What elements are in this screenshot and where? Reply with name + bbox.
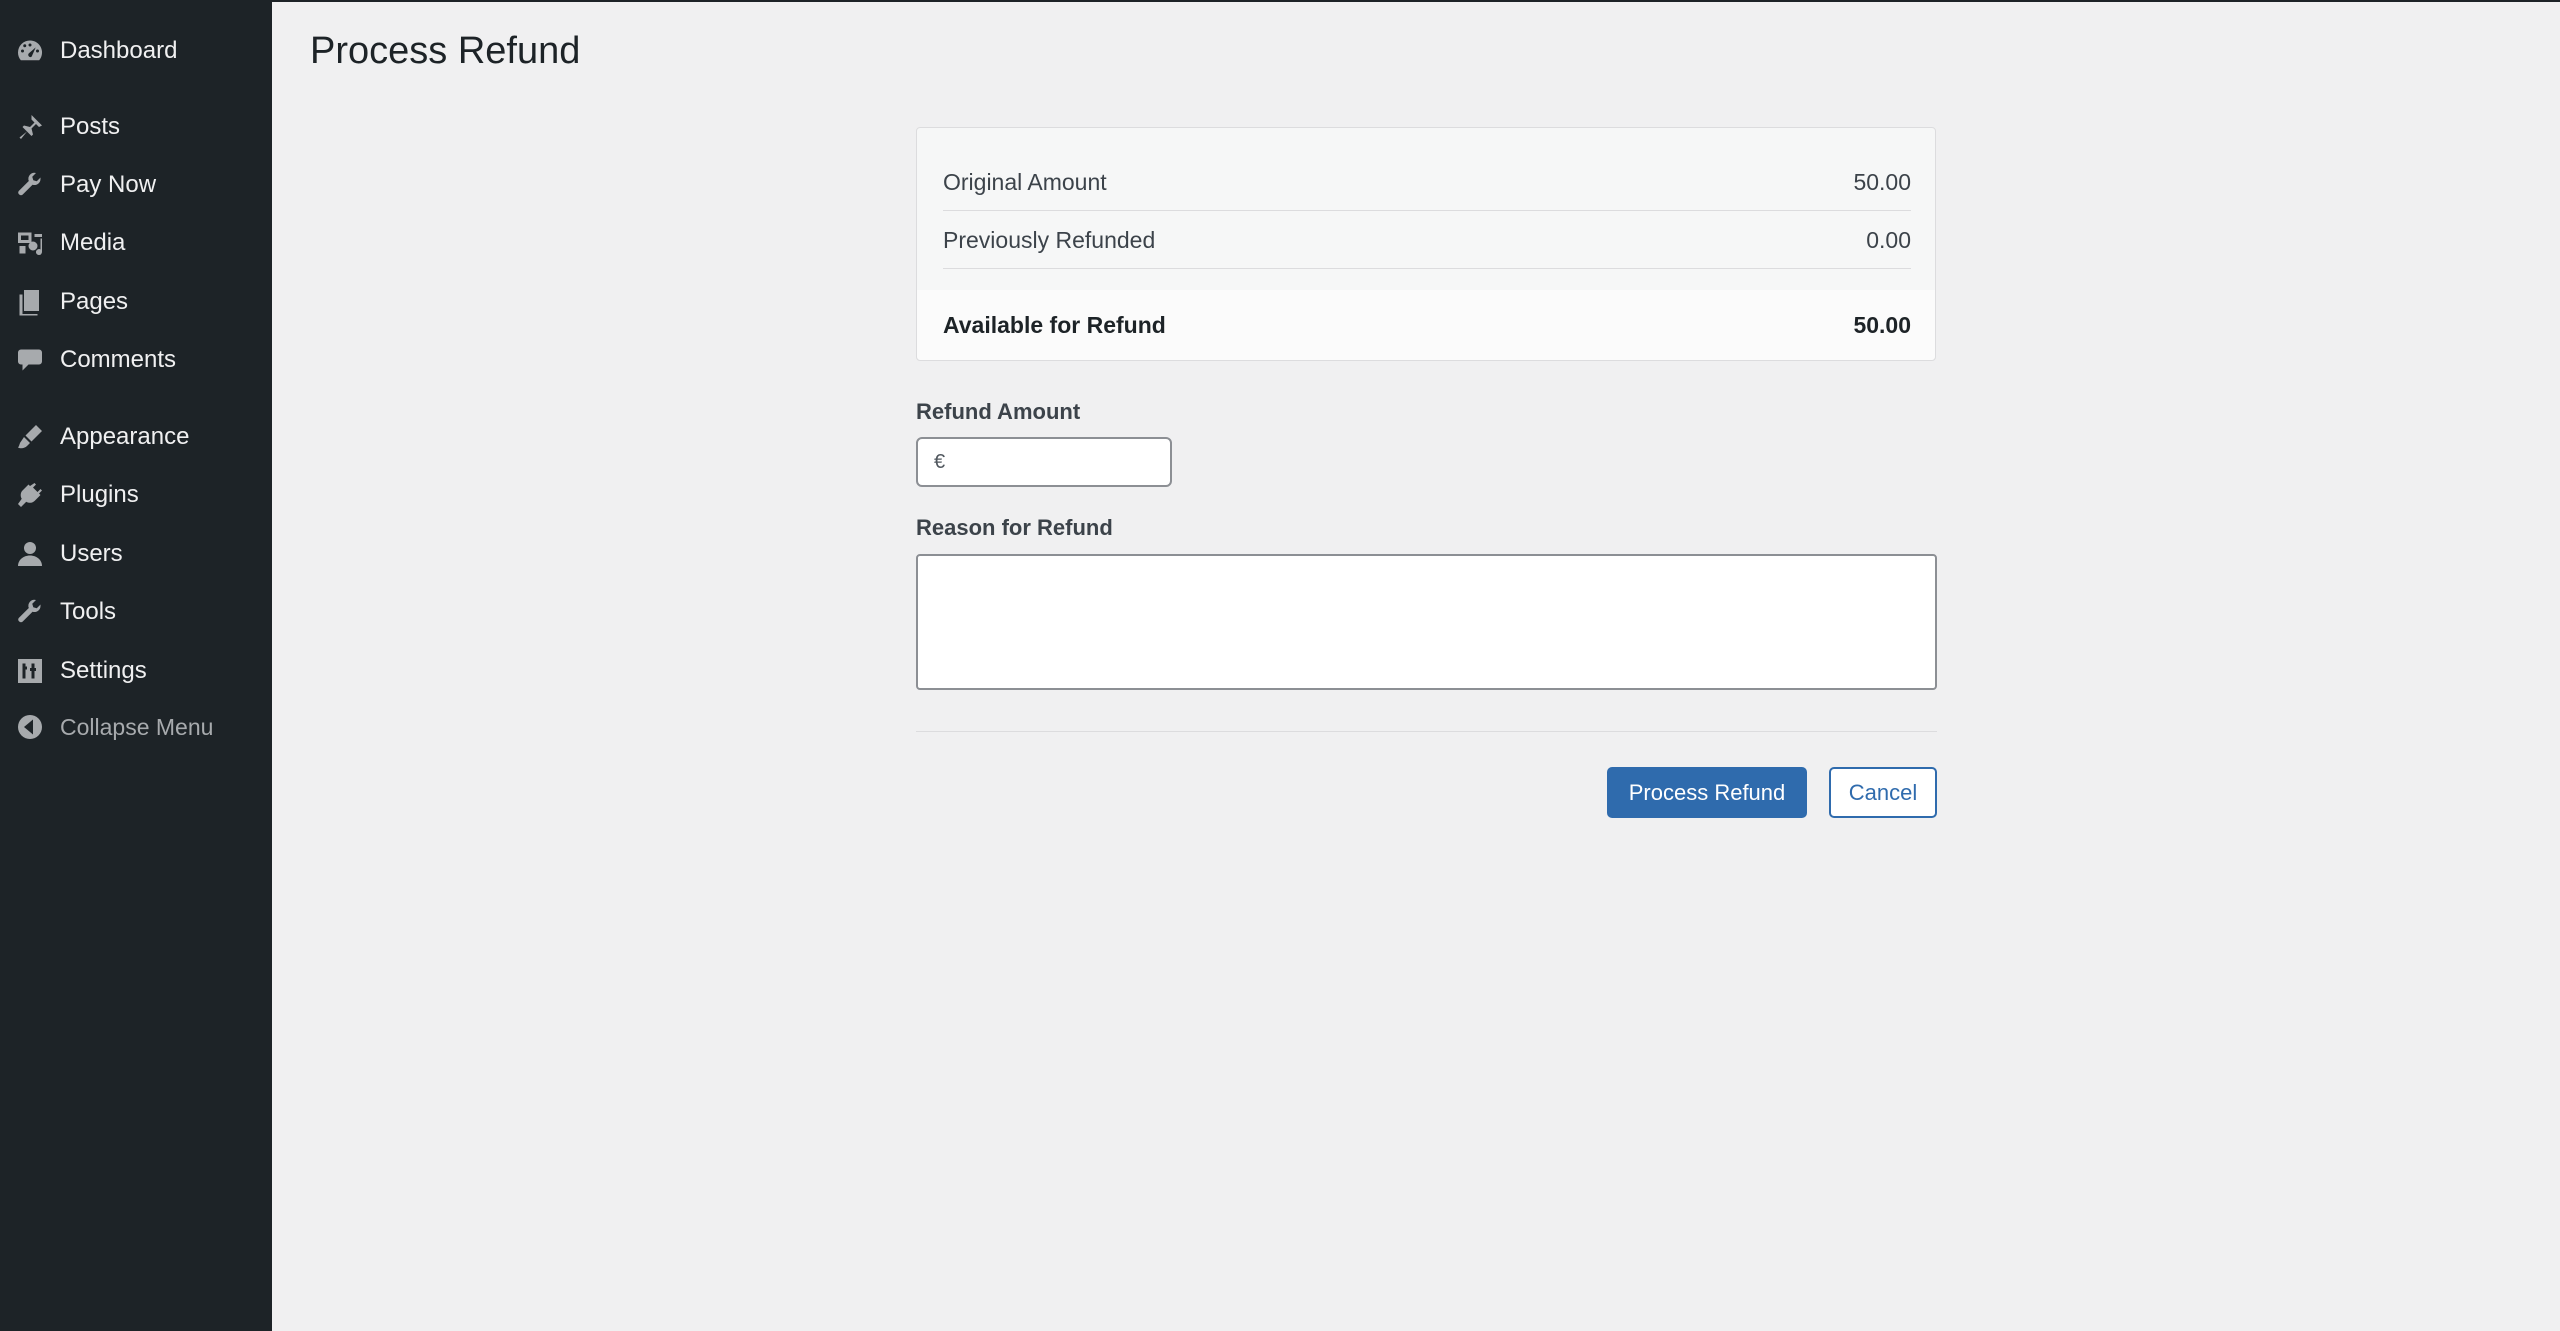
refund-amount-input[interactable] xyxy=(951,448,1156,476)
process-refund-button[interactable]: Process Refund xyxy=(1607,767,1807,818)
page-title: Process Refund xyxy=(310,30,581,72)
top-border xyxy=(0,0,2560,2)
sidebar-item-label: Settings xyxy=(60,657,147,684)
sidebar-item-users[interactable]: Users xyxy=(0,526,272,582)
summary-row-refunded: Previously Refunded 0.00 xyxy=(943,212,1911,269)
sidebar-item-label: Posts xyxy=(60,113,121,140)
sidebar-item-label: Pages xyxy=(60,288,129,315)
form-divider xyxy=(916,731,1937,732)
user-icon xyxy=(14,538,46,570)
sidebar-item-label: Users xyxy=(60,540,123,567)
brush-icon xyxy=(14,421,46,453)
previously-refunded-value: 0.00 xyxy=(1866,226,1911,253)
sidebar-item-comments[interactable]: Comments xyxy=(0,332,272,388)
sidebar-item-posts[interactable]: Posts xyxy=(0,99,272,155)
summary-row-available: Available for Refund 50.00 xyxy=(943,290,1911,360)
media-icon xyxy=(14,227,46,259)
sidebar-item-label: Plugins xyxy=(60,481,139,508)
cancel-button[interactable]: Cancel xyxy=(1829,767,1937,818)
sidebar-item-label: Appearance xyxy=(60,423,190,450)
pages-icon xyxy=(14,286,46,318)
collapse-menu-button[interactable]: Collapse Menu xyxy=(0,699,272,755)
refund-amount-label: Refund Amount xyxy=(916,399,1081,424)
refund-reason-label: Reason for Refund xyxy=(916,515,1113,540)
available-refund-value: 50.00 xyxy=(1853,311,1911,338)
sidebar-item-label: Dashboard xyxy=(60,37,178,64)
sidebar-item-dashboard[interactable]: Dashboard xyxy=(0,23,272,79)
summary-total: Available for Refund 50.00 xyxy=(917,290,1935,360)
admin-sidebar: Dashboard Posts Pay Now Media Pages Comm… xyxy=(0,0,272,1331)
currency-symbol: € xyxy=(934,450,946,473)
wrench-icon xyxy=(14,169,46,201)
available-refund-label: Available for Refund xyxy=(943,311,1166,338)
refund-amount-field[interactable]: € xyxy=(916,437,1172,487)
collapse-arrow-icon xyxy=(14,711,46,743)
refund-summary: Original Amount 50.00 Previously Refunde… xyxy=(916,127,1936,361)
sliders-icon xyxy=(14,655,46,687)
sidebar-item-tools[interactable]: Tools xyxy=(0,584,272,640)
sidebar-item-label: Pay Now xyxy=(60,171,157,198)
sidebar-item-pages[interactable]: Pages xyxy=(0,274,272,330)
sidebar-item-label: Comments xyxy=(60,346,177,373)
plug-icon xyxy=(14,479,46,511)
sidebar-item-label: Tools xyxy=(60,598,117,625)
sidebar-item-label: Collapse Menu xyxy=(60,713,214,740)
original-amount-label: Original Amount xyxy=(943,168,1107,195)
sidebar-item-label: Media xyxy=(60,229,126,256)
sidebar-item-settings[interactable]: Settings xyxy=(0,643,272,699)
sidebar-item-appearance[interactable]: Appearance xyxy=(0,409,272,465)
sidebar-item-plugins[interactable]: Plugins xyxy=(0,467,272,523)
sidebar-item-pay-now[interactable]: Pay Now xyxy=(0,157,272,213)
dashboard-icon xyxy=(14,35,46,67)
comment-icon xyxy=(14,344,46,376)
refund-reason-textarea[interactable] xyxy=(916,554,1937,690)
previously-refunded-label: Previously Refunded xyxy=(943,226,1156,253)
wrench-icon xyxy=(14,596,46,628)
summary-row-original: Original Amount 50.00 xyxy=(943,154,1911,211)
sidebar-item-media[interactable]: Media xyxy=(0,215,272,271)
pin-icon xyxy=(14,111,46,143)
original-amount-value: 50.00 xyxy=(1853,168,1911,195)
